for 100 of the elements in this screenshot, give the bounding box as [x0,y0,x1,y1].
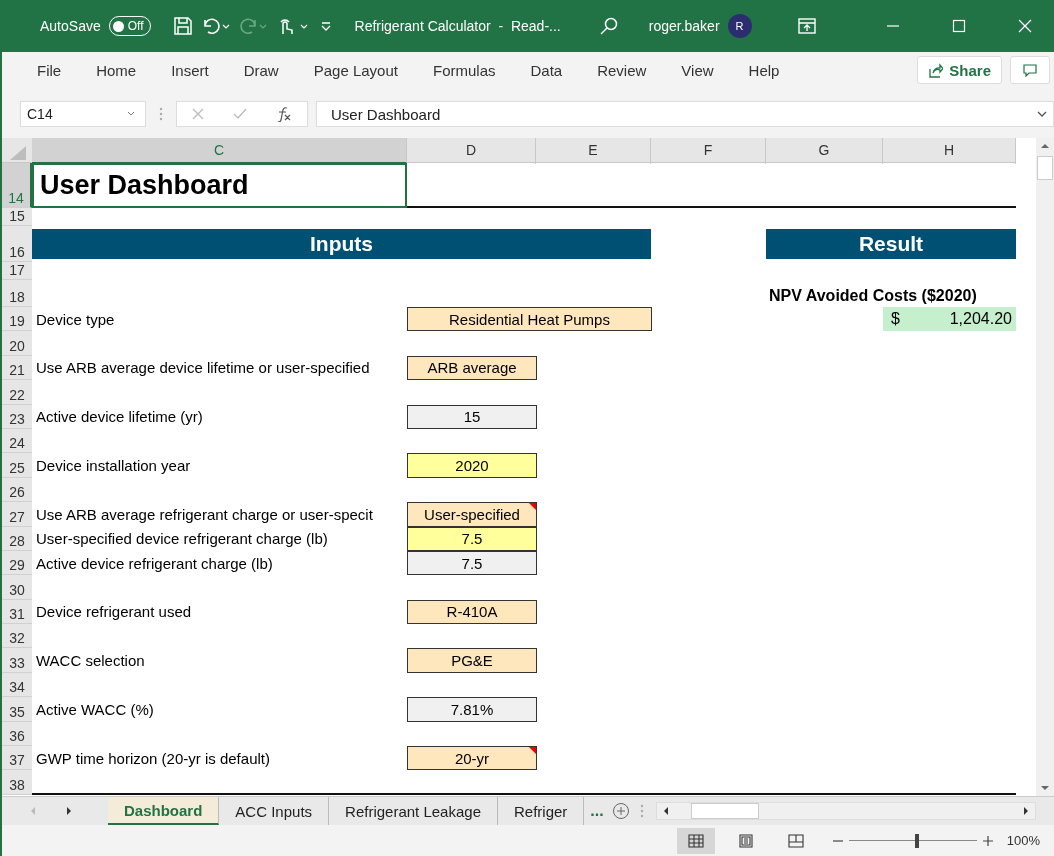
row-header[interactable]: 37 [2,746,32,771]
ribbon-tab[interactable]: Data [517,55,576,85]
ribbon-tab[interactable]: View [668,55,727,85]
row-header[interactable]: 32 [2,624,32,649]
input-label: Active device refrigerant charge (lb) [35,553,274,574]
window-title: Refrigerant Calculator - Read-... [354,18,561,34]
scroll-up-icon[interactable] [1040,142,1050,150]
next-sheet-icon[interactable] [64,806,74,816]
row-header[interactable]: 33 [2,648,32,673]
row-header[interactable]: 14 [2,163,32,208]
row-header[interactable]: 16 [2,226,32,262]
result-label: NPV Avoided Costs ($2020) [768,287,978,306]
row-header[interactable]: 30 [2,575,32,600]
column-header[interactable]: G [766,138,883,164]
value-cell: 7.5 [407,550,537,576]
horizontal-scrollbar[interactable] [655,802,1036,820]
row-header[interactable]: 21 [2,355,32,381]
zoom-in-icon[interactable] [982,835,993,846]
input-cell[interactable]: 20-yr [407,746,537,771]
input-cell[interactable]: 7.5 [407,526,537,551]
avatar[interactable]: R [727,14,752,38]
more-sheets-button[interactable]: ... [584,797,610,825]
sheet-tab[interactable]: Dashboard [108,797,220,825]
ribbon-tab[interactable]: Help [735,55,793,85]
input-label: Active device lifetime (yr) [35,407,204,428]
row-header[interactable]: 18 [2,280,32,307]
row-header[interactable]: 26 [2,477,32,503]
share-button[interactable]: Share [917,56,1002,84]
normal-view-icon[interactable] [676,827,715,854]
input-label: Active WACC (%) [35,699,155,720]
input-label: Device installation year [35,456,192,477]
comments-button[interactable] [1010,56,1050,84]
input-label: GWP time horizon (20-yr is default) [35,748,271,769]
row-header[interactable]: 20 [2,331,32,356]
column-header[interactable]: C [32,138,407,164]
search-icon[interactable] [598,16,619,36]
row-header[interactable]: 36 [2,721,32,747]
zoom-level[interactable]: 100% [1006,833,1040,848]
vertical-scrollbar[interactable] [1036,138,1054,796]
input-cell[interactable]: User-specified [407,502,537,527]
row-header[interactable]: 17 [2,262,32,280]
comment-indicator [529,503,536,511]
grip-icon[interactable] [639,804,644,818]
row-header[interactable]: 23 [2,404,32,429]
add-sheet-icon[interactable] [611,802,630,820]
row-header[interactable]: 28 [2,526,32,551]
input-cell[interactable]: Residential Heat Pumps [407,307,652,332]
input-label: Use ARB average refrigerant charge or user-specit [35,504,374,525]
share-icon [928,62,944,78]
row-header[interactable]: 34 [2,672,32,698]
scroll-thumb[interactable] [690,803,759,819]
comment-indicator [529,747,536,755]
save-icon[interactable] [172,16,193,36]
input-cell[interactable]: ARB average [407,355,537,381]
result-value-cell: $ 1,204.20 [883,307,1016,332]
ribbon-tab[interactable]: Review [584,55,660,85]
grip-icon[interactable] [159,107,163,121]
column-header[interactable]: F [651,138,766,164]
autosave-label: AutoSave [40,18,101,34]
row-header[interactable]: 29 [2,550,32,576]
row-header[interactable]: 31 [2,599,32,625]
ribbon-tab[interactable]: Insert [158,55,222,85]
row-header[interactable]: 19 [2,307,32,332]
input-label: WACC selection [35,651,146,672]
zoom-thumb[interactable] [914,833,919,848]
input-cell[interactable]: PG&E [407,648,537,673]
row-header[interactable]: 24 [2,428,32,454]
row-header[interactable]: 27 [2,502,32,527]
close-icon[interactable] [1017,19,1032,33]
row-header[interactable]: 22 [2,380,32,405]
value-cell: 7.81% [407,697,537,722]
column-header[interactable]: E [536,138,651,164]
ribbon-display-icon[interactable] [797,18,816,34]
formula-field[interactable]: User Dashboard [316,101,1054,127]
dashboard-title[interactable]: User Dashboard [32,163,407,208]
ribbon-tab[interactable]: Draw [230,55,292,85]
input-label: Device type [35,309,116,330]
ribbon-tab[interactable]: Page Layout [300,55,411,85]
scroll-down-icon[interactable] [1040,784,1050,792]
value-cell: 15 [407,404,537,429]
maximize-icon[interactable] [951,19,966,33]
comment-icon [1023,63,1037,77]
redo-icon [238,16,269,36]
column-header[interactable]: D [407,138,536,164]
row-header[interactable]: 25 [2,453,32,478]
column-header[interactable]: H [883,138,1016,164]
input-label: User-specified device refrigerant charge (lb) [35,529,329,550]
ribbon-tab[interactable]: File [24,55,75,85]
row-header[interactable]: 15 [2,208,32,226]
input-label: Device refrigerant used [35,602,193,623]
expand-icon[interactable] [1037,110,1047,118]
row-header[interactable]: 35 [2,697,32,722]
row-header[interactable]: 38 [2,770,32,795]
input-cell[interactable]: 2020 [407,453,537,478]
name-box[interactable]: C14 [20,101,146,127]
scroll-thumb[interactable] [1037,156,1053,180]
ribbon-tab[interactable]: Home [83,55,150,85]
ribbon-tab[interactable]: Formulas [419,55,509,85]
input-cell[interactable]: R-410A [407,599,537,625]
user-name[interactable]: roger.baker [648,18,720,34]
